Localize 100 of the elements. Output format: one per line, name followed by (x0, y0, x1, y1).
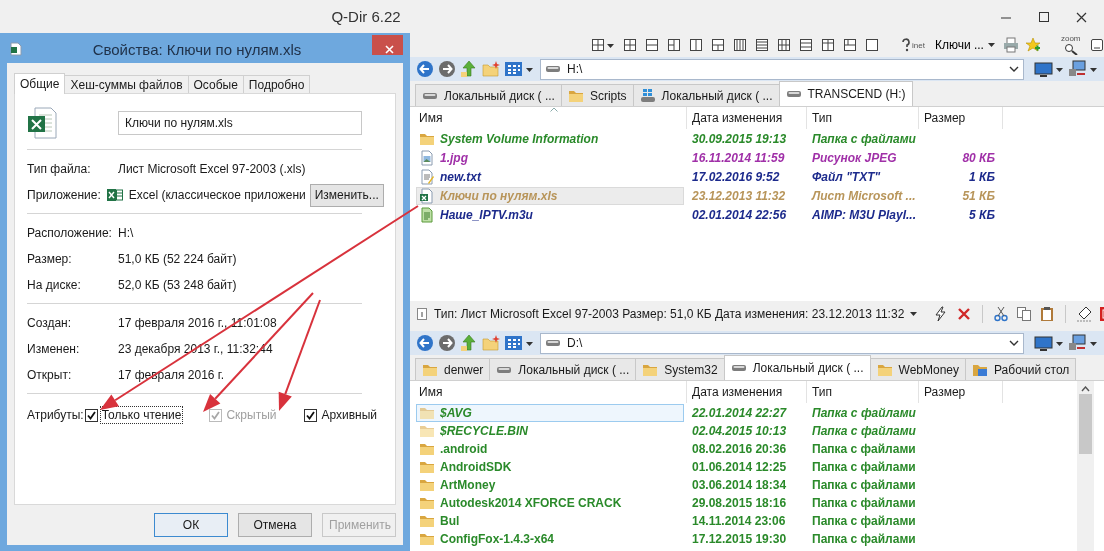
size-cell-text: 51 КБ (961, 187, 996, 205)
file-name[interactable]: ConfigFox-1.4.3-x64 (416, 530, 684, 548)
date-cell-text: 14.11.2014 23:06 (691, 512, 787, 530)
tab[interactable]: Локальный диск ( ... (723, 355, 871, 380)
up-arrow-icon[interactable] (460, 60, 478, 78)
cut-icon[interactable] (993, 306, 1010, 322)
checkbox[interactable] (304, 408, 318, 422)
layout-icon[interactable] (842, 37, 858, 53)
tab[interactable]: Подробно (242, 75, 311, 93)
date-cell-text: 16.11.2014 11:59 (691, 149, 786, 167)
column-header[interactable]: Имя (414, 107, 687, 129)
scroll-up-icon[interactable] (1081, 386, 1090, 392)
dialog-button[interactable]: ОК (154, 513, 228, 537)
monitor-icon[interactable] (1034, 60, 1064, 78)
column-header[interactable]: Дата изменения (687, 107, 807, 129)
eraser-icon[interactable] (1076, 306, 1093, 322)
file-name[interactable]: System Volume Information (416, 130, 684, 148)
tab[interactable]: Локальный диск ( ... (632, 84, 780, 106)
property-value: 52,0 КБ (53 248 байт) (118, 278, 237, 292)
layout-icon[interactable] (864, 37, 880, 53)
date-cell-text: 02.01.2014 22:56 (691, 206, 788, 224)
checkbox-label: Скрытый (225, 407, 278, 424)
layout-icon[interactable] (776, 37, 792, 53)
tab[interactable]: denwer (415, 358, 491, 380)
star-icon[interactable] (1024, 37, 1041, 53)
file-name[interactable]: $RECYCLE.BIN (416, 422, 684, 440)
column-header[interactable]: Размер (919, 381, 1003, 403)
folder-icon (419, 441, 435, 457)
file-name[interactable]: Наше_IPTV.m3u (416, 206, 684, 224)
paste-icon[interactable] (1039, 306, 1056, 322)
tab[interactable]: TRANSCEND (H:) (778, 81, 913, 106)
column-header[interactable]: Размер (919, 107, 1003, 129)
date-cell-text: 30.09.2015 19:13 (691, 130, 788, 148)
file-name[interactable]: Bul (416, 512, 684, 530)
file-name[interactable]: $AVG (416, 404, 684, 422)
delete-icon[interactable] (956, 306, 973, 322)
forward-icon[interactable] (438, 60, 456, 78)
layout-icon[interactable] (622, 37, 638, 53)
layout-icon[interactable] (644, 37, 660, 53)
help-icon[interactable] (900, 38, 912, 52)
column-header[interactable]: Дата изменения (687, 381, 807, 403)
status-text: Тип: Лист Microsoft Excel 97-2003 Размер: 51,0 КБ Дата изменения: 23.12.2013 11:32 (434, 307, 905, 321)
new-folder-icon[interactable] (482, 60, 500, 78)
caret-icon[interactable] (910, 312, 918, 316)
tab[interactable]: Рабочий стол (965, 358, 1077, 380)
change-button[interactable]: Изменить... (309, 183, 384, 207)
layout-icon[interactable] (710, 37, 726, 53)
file-name[interactable]: new.txt (416, 168, 684, 186)
monitor-icon[interactable] (1034, 334, 1064, 352)
tab[interactable]: System32 (635, 358, 725, 380)
view-grid-icon[interactable] (504, 334, 534, 352)
checkbox-label: Архивный (320, 407, 379, 424)
magnifier-icon[interactable] (1063, 43, 1078, 55)
column-header[interactable]: Тип (807, 107, 919, 129)
tab[interactable]: WebMoney (869, 358, 966, 380)
view-grid-icon[interactable] (504, 60, 534, 78)
column-header[interactable]: Тип (807, 381, 919, 403)
property-label: Размер: (27, 252, 73, 266)
file-name[interactable]: 1.jpg (416, 149, 684, 167)
layout-icon[interactable] (798, 37, 814, 53)
address-field[interactable]: H:\ (540, 58, 1024, 80)
computer-icon[interactable] (1068, 334, 1098, 352)
close-button[interactable] (372, 35, 403, 55)
layout-icon[interactable] (688, 37, 704, 53)
layout-icon[interactable] (590, 37, 616, 53)
printer-icon[interactable] (1002, 37, 1019, 53)
file-name[interactable]: AndroidSDK (416, 458, 684, 476)
layout-icon[interactable] (754, 37, 770, 53)
copy-icon[interactable] (1016, 306, 1033, 322)
window-icon[interactable] (1088, 37, 1104, 53)
scrollbar[interactable] (1077, 381, 1094, 551)
layout-icon[interactable] (666, 37, 682, 53)
forward-icon[interactable] (438, 334, 456, 352)
back-icon[interactable] (416, 60, 434, 78)
layout-icon[interactable] (820, 37, 836, 53)
tab[interactable]: Общие (14, 73, 66, 94)
computer-icon[interactable] (1068, 60, 1098, 78)
chevron-down-icon (1009, 338, 1019, 348)
column-header[interactable]: Имя (414, 381, 687, 403)
new-folder-icon[interactable] (482, 334, 500, 352)
tab[interactable]: Scripts (560, 84, 634, 106)
tab[interactable]: Локальный диск ( ... (489, 358, 637, 380)
tab[interactable]: Хеш-суммы файлов (64, 75, 189, 93)
tab[interactable]: Локальный диск ( ... (415, 84, 562, 106)
layout-icon[interactable] (732, 37, 748, 53)
back-icon[interactable] (416, 334, 434, 352)
date-cell-text: 23.12.2013 11:32 (691, 187, 787, 205)
up-arrow-icon[interactable] (460, 334, 478, 352)
file-name[interactable]: ArtMoney (416, 476, 684, 494)
folder-icon (419, 477, 435, 493)
dialog-title: Свойства: Ключи по нулям.xls (91, 41, 303, 58)
checkbox[interactable] (84, 408, 98, 422)
dialog-button[interactable]: Отмена (238, 513, 312, 537)
file-name[interactable]: .android (416, 440, 684, 458)
property-label: На диске: (27, 278, 82, 292)
file-name[interactable]: Autodesk2014 XFORCE CRACK (416, 494, 684, 512)
address-field[interactable]: D:\ (540, 332, 1024, 354)
dropdown-button[interactable]: Ключи ... (932, 38, 997, 52)
file-name-field[interactable]: Ключи по нулям.xls (118, 111, 362, 135)
folder-icon (419, 459, 435, 475)
